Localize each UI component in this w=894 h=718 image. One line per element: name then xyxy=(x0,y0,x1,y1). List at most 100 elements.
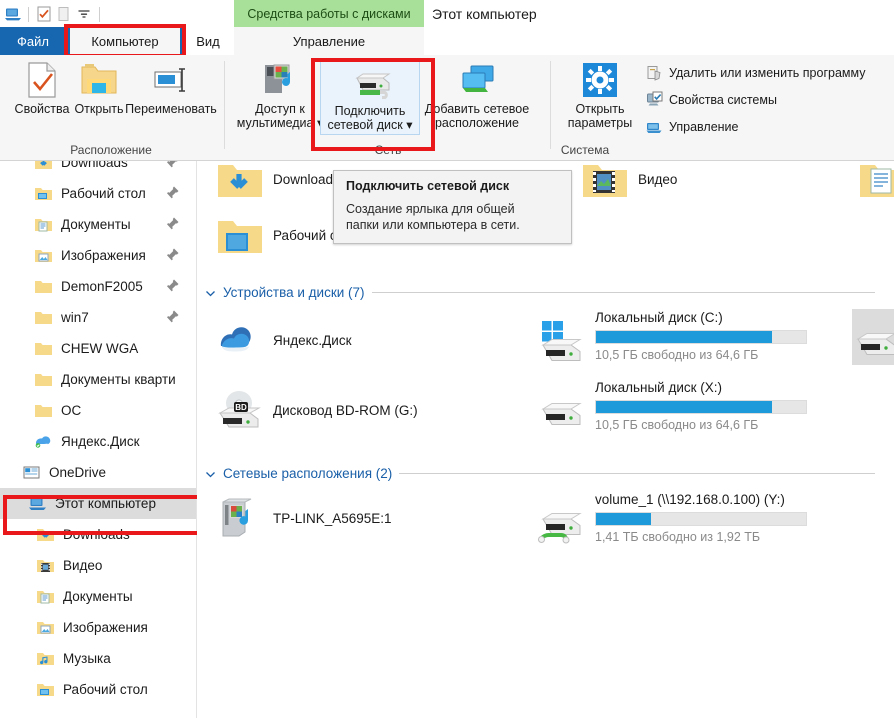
group-header-network-locations-label: Сетевые расположения (2) xyxy=(223,466,393,481)
tile-yandex-disk[interactable]: Яндекс.Диск xyxy=(215,316,352,364)
sidebar-item-music-label: Музыка xyxy=(63,651,111,666)
sidebar-item-pictures-quick[interactable]: Изображения xyxy=(0,240,196,271)
computer-management-icon xyxy=(646,118,663,135)
tile-bd-rom[interactable]: BD Дисковод BD-ROM (G:) xyxy=(215,386,418,434)
sidebar-item-documents-quick[interactable]: Документы xyxy=(0,209,196,240)
manage-command[interactable]: Управление xyxy=(646,118,739,135)
music-folder-icon xyxy=(36,649,55,668)
tile-downloads-folder[interactable]: Downloads xyxy=(215,161,340,203)
media-access-label-line1: Доступ к xyxy=(255,102,305,116)
sidebar-item-documents-kvarti[interactable]: Документы кварти xyxy=(0,364,196,395)
chevron-down-icon[interactable] xyxy=(205,468,216,479)
map-network-drive-button[interactable]: Подключить сетевой диск ▾ xyxy=(320,58,420,135)
downloads-folder-icon xyxy=(34,161,53,172)
qat-divider xyxy=(28,6,29,22)
ribbon-group-location: Свойства Открыть Переименовать Расположе… xyxy=(0,55,222,159)
tab-computer[interactable]: Компьютер xyxy=(70,27,180,55)
sidebar-item-win7[interactable]: win7 xyxy=(0,302,196,333)
rename-icon xyxy=(151,59,191,99)
media-server-nas-icon xyxy=(215,494,263,542)
pin-icon[interactable] xyxy=(165,216,180,231)
group-header-network-locations[interactable]: Сетевые расположения (2) xyxy=(205,466,875,481)
customize-qat-chevron-icon[interactable] xyxy=(75,5,93,23)
sidebar-item-pictures-label: Изображения xyxy=(63,620,148,635)
onedrive-icon xyxy=(22,463,41,482)
network-drive-icon xyxy=(348,61,392,101)
pin-icon[interactable] xyxy=(165,247,180,262)
media-server-icon xyxy=(260,59,300,99)
tile-tp-link-label: TP-LINK_A5695E:1 xyxy=(273,510,392,526)
system-properties-command[interactable]: Свойства системы xyxy=(646,91,777,108)
tab-view[interactable]: Вид xyxy=(182,27,234,55)
add-network-location-label-line1: Добавить сетевое xyxy=(424,102,530,116)
bd-rom-drive-icon: BD xyxy=(215,386,263,434)
tile-video-folder[interactable]: Видео xyxy=(580,161,677,203)
sidebar-item-documents[interactable]: Документы xyxy=(0,581,196,612)
sidebar-item-yandex-disk-quick[interactable]: Яндекс.Диск xyxy=(0,426,196,457)
tile-local-disk-c-label: Локальный диск (C:) xyxy=(595,310,723,325)
disk-usage-bar-c xyxy=(595,330,807,344)
windows-drive-icon xyxy=(537,317,587,367)
pin-icon[interactable] xyxy=(165,185,180,200)
pin-icon[interactable] xyxy=(165,278,180,293)
sidebar-item-os[interactable]: ОС xyxy=(0,395,196,426)
pictures-folder-icon xyxy=(34,246,53,265)
rename-button-label: Переименовать xyxy=(125,102,217,116)
sidebar-item-yandex-disk-quick-label: Яндекс.Диск xyxy=(61,434,140,449)
uninstall-change-program-command[interactable]: Удалить или изменить программу xyxy=(646,64,866,81)
media-access-button[interactable]: Доступ к мультимедиа ▾ xyxy=(236,59,324,130)
tile-local-disk-x[interactable]: Локальный диск (X:) 10,5 ГБ свободно из … xyxy=(537,379,807,437)
rename-button[interactable]: Переименовать xyxy=(124,59,218,116)
sidebar-item-downloads-label: Downloads xyxy=(63,527,130,542)
downloads-folder-icon xyxy=(36,525,55,544)
new-folder-icon[interactable] xyxy=(55,5,73,23)
content-pane[interactable]: Downloads Видео Документы Рабочий стол У… xyxy=(197,161,894,718)
sidebar-item-desktop-quick[interactable]: Рабочий стол xyxy=(0,178,196,209)
tab-file[interactable]: Файл xyxy=(0,27,66,55)
pin-icon[interactable] xyxy=(165,309,180,324)
tile-volume-1[interactable]: volume_1 (\\192.168.0.100) (Y:) 1,41 ТБ … xyxy=(537,491,807,549)
properties-icon[interactable] xyxy=(35,5,53,23)
this-pc-icon[interactable] xyxy=(4,5,22,23)
group-header-devices-and-drives[interactable]: Устройства и диски (7) xyxy=(205,285,875,300)
network-drive-icon xyxy=(537,499,587,549)
tile-tp-link[interactable]: TP-LINK_A5695E:1 xyxy=(215,494,392,542)
downloads-folder-icon xyxy=(215,161,263,203)
ribbon: Свойства Открыть Переименовать Расположе… xyxy=(0,55,894,161)
sidebar-item-desktop-quick-label: Рабочий стол xyxy=(61,186,146,201)
contextual-tab-group-label: Средства работы с дисками xyxy=(234,0,424,27)
add-network-location-button[interactable]: Добавить сетевое расположение xyxy=(418,59,536,130)
ribbon-tab-strip: Файл Компьютер Вид Управление xyxy=(0,27,894,55)
open-settings-button[interactable]: Открыть параметры xyxy=(562,59,638,130)
sidebar-item-documents-kvarti-label: Документы кварти xyxy=(61,372,176,387)
sidebar-item-onedrive[interactable]: OneDrive xyxy=(0,457,196,488)
tile-local-disk-x-free: 10,5 ГБ свободно из 64,6 ГБ xyxy=(595,418,759,432)
tile-documents-folder[interactable]: Документы xyxy=(857,161,894,203)
chevron-down-icon[interactable] xyxy=(205,287,216,298)
sidebar-item-video[interactable]: Видео xyxy=(0,550,196,581)
sidebar-item-chew-wga[interactable]: CHEW WGA xyxy=(0,333,196,364)
sidebar-item-downloads-quick[interactable]: Downloads xyxy=(0,161,196,178)
title-bar: Средства работы с дисками Этот компьютер xyxy=(0,0,894,28)
uninstall-program-icon xyxy=(646,64,663,81)
sidebar-item-pictures[interactable]: Изображения xyxy=(0,612,196,643)
pin-icon[interactable] xyxy=(165,161,180,169)
tile-local-disk-c[interactable]: Локальный диск (C:) 10,5 ГБ свободно из … xyxy=(537,309,807,367)
tooltip-body-line1: Создание ярлыка для общей xyxy=(346,202,515,216)
sidebar-item-desktop[interactable]: Рабочий стол xyxy=(0,674,196,705)
map-network-drive-label-line1: Подключить xyxy=(334,104,406,118)
sidebar-item-downloads[interactable]: Downloads xyxy=(0,519,196,550)
tab-manage[interactable]: Управление xyxy=(234,27,424,55)
group-header-rule xyxy=(399,473,875,474)
tooltip-title: Подключить сетевой диск xyxy=(346,179,510,193)
sidebar-item-this-pc[interactable]: Этот компьютер xyxy=(0,488,196,519)
sidebar-item-desktop-label: Рабочий стол xyxy=(63,682,148,697)
properties-page-icon xyxy=(25,59,59,99)
sidebar-item-music[interactable]: Музыка xyxy=(0,643,196,674)
disk-usage-bar-y xyxy=(595,512,807,526)
map-network-drive-dropdown-arrow-icon[interactable]: ▾ xyxy=(403,118,412,132)
hard-drive-icon xyxy=(852,317,894,367)
sidebar-item-demonf2005[interactable]: DemonF2005 xyxy=(0,271,196,302)
tile-third-drive[interactable] xyxy=(852,309,894,365)
navigation-pane[interactable]: Downloads Рабочий стол Документы Изображ… xyxy=(0,161,197,718)
